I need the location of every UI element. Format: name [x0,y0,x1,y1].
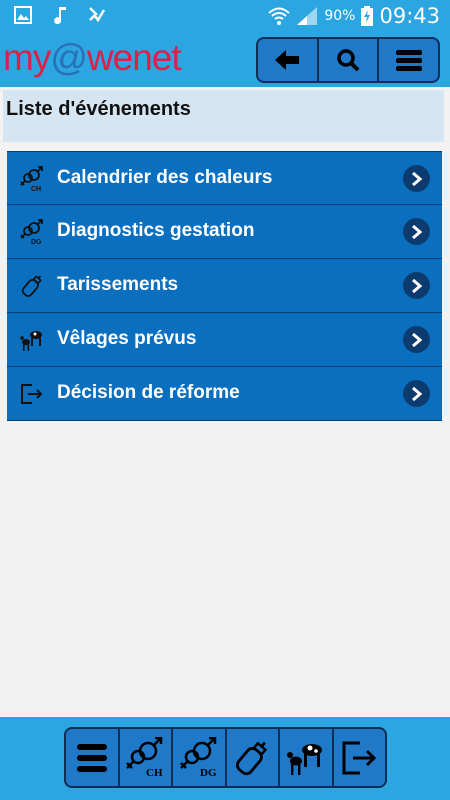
back-button[interactable] [258,39,319,81]
app-header: my@wenet [0,32,450,87]
calving-icon [20,331,42,351]
bottom-drying-off-button[interactable] [227,729,280,786]
event-label: Calendrier des chaleurs [57,167,273,188]
page-title-bar: Liste d'événements [3,90,444,142]
event-item-calendrier-chaleurs[interactable]: CH Calendrier des chaleurs [7,151,442,205]
battery-charging-icon [361,6,374,26]
notification-icons [14,6,106,24]
bottom-menu-button[interactable] [66,729,120,786]
bottom-exit-button[interactable] [334,729,386,786]
app-logo: my@wenet [3,37,182,78]
exit-icon [342,741,377,774]
event-item-decision-reforme[interactable]: Décision de réforme [7,367,442,421]
system-indicators: 90% 09:43 [268,4,440,28]
calving-icon [286,743,322,775]
event-label: Tarissements [57,274,179,295]
event-item-diagnostics-gestation[interactable]: DG Diagnostics gestation [7,205,442,259]
event-label: Décision de réforme [57,382,240,403]
bottom-gestation-diagnosis-button[interactable]: DG [173,729,227,786]
header-button-group [256,37,440,83]
search-button[interactable] [319,39,380,81]
music-note-icon [54,7,66,24]
heat-calendar-icon: CH [20,166,43,192]
menu-button[interactable] [379,39,438,81]
hamburger-menu-icon [395,50,422,71]
bottle-icon [236,741,268,775]
gallery-icon [14,6,32,24]
download-done-icon [89,7,106,23]
bottom-calving-button[interactable] [280,729,334,786]
hamburger-menu-icon [76,743,107,772]
event-label: Vêlages prévus [57,328,197,349]
clock: 09:43 [379,4,440,28]
wifi-icon [268,7,291,25]
chevron-right-icon [403,165,430,192]
back-arrow-icon [275,50,300,70]
gestation-diagnosis-icon: DG [20,219,43,245]
chevron-right-icon [403,380,430,407]
event-item-velages-prevus[interactable]: Vêlages prévus [7,313,442,367]
chevron-right-icon [403,272,430,299]
bottom-nav: CH DG [64,727,387,788]
svg-text:DG: DG [200,767,217,779]
gestation-diagnosis-icon: DG [179,736,217,779]
battery-percent: 90% [324,8,356,24]
event-item-tarissements[interactable]: Tarissements [7,259,442,313]
event-list: CH Calendrier des chaleurs DG Diagnostic… [7,151,442,421]
bottom-bar: CH DG [0,717,450,800]
chevron-right-icon [403,326,430,353]
heat-calendar-icon: CH [126,736,163,779]
signal-icon [297,7,318,25]
status-bar: 90% 09:43 [0,0,450,32]
bottle-icon [21,275,42,297]
svg-text:CH: CH [31,186,41,192]
chevron-right-icon [403,218,430,245]
bottom-heat-calendar-button[interactable]: CH [120,729,173,786]
svg-text:CH: CH [146,767,163,779]
exit-icon [21,384,43,404]
svg-text:DG: DG [31,239,42,245]
search-icon [337,49,360,72]
page-title: Liste d'événements [6,98,191,120]
event-label: Diagnostics gestation [57,220,255,241]
